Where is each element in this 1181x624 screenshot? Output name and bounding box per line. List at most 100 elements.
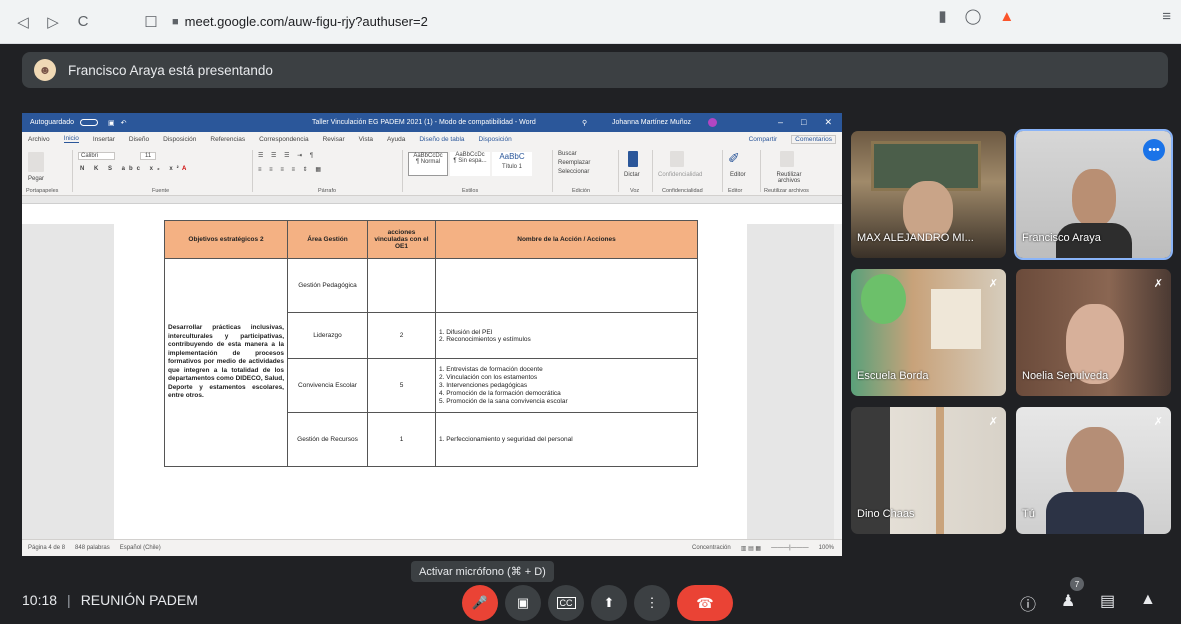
- area-cell: Gestión Pedagógica: [287, 258, 368, 313]
- participant-tile[interactable]: ✗ Tú: [1016, 407, 1171, 534]
- present-icon: ⬆: [603, 595, 615, 610]
- font-name-box[interactable]: Calibri: [78, 152, 116, 160]
- ribbon-tabs: Archivo Inicio Insertar Diseño Disposici…: [22, 132, 842, 146]
- participant-name: Noelia Sepulveda: [1022, 370, 1109, 382]
- format-buttons[interactable]: N K S abc x₂ x²: [80, 166, 183, 172]
- group-edit: Edición: [572, 188, 591, 194]
- forward-icon[interactable]: ▷: [38, 7, 68, 37]
- maximize-icon[interactable]: □: [801, 117, 806, 128]
- style-normal[interactable]: AaBbCcDc ¶ Normal: [408, 152, 448, 176]
- autosave-toggle[interactable]: [79, 119, 98, 126]
- present-button[interactable]: ⬆: [591, 585, 627, 621]
- participant-tile[interactable]: ✗ Noelia Sepulveda: [1016, 269, 1171, 396]
- reuse-files-icon[interactable]: [780, 151, 794, 167]
- tab-revisar[interactable]: Revisar: [323, 136, 345, 143]
- editor-icon[interactable]: ✐: [728, 150, 740, 167]
- font-size-box[interactable]: 11: [140, 152, 157, 160]
- people-icon[interactable]: ♟: [1061, 591, 1075, 611]
- bookmark-icon[interactable]: ☐: [136, 7, 166, 37]
- microphone-icon[interactable]: [628, 151, 638, 167]
- board: [931, 289, 981, 349]
- captions-button[interactable]: CC: [548, 585, 584, 621]
- hang-up-button[interactable]: ☎: [677, 585, 733, 621]
- paste-icon[interactable]: [28, 152, 44, 172]
- activities-icon[interactable]: ▲: [1140, 591, 1156, 609]
- tab-correspondencia[interactable]: Correspondencia: [259, 136, 309, 143]
- zoom-slider[interactable]: ———|———: [771, 545, 809, 552]
- group-clipboard: Portapapeles: [26, 188, 59, 194]
- account-avatar[interactable]: [708, 118, 717, 127]
- actions-cell: 1. Perfeccionamiento y seguridad del per…: [435, 412, 698, 467]
- address-bar[interactable]: ■ meet.google.com/auw-figu-rjy?authuser=…: [172, 14, 428, 29]
- close-icon[interactable]: ✕: [824, 117, 832, 128]
- header-count: acciones vinculadas con el OE1: [367, 220, 436, 259]
- more-options-button[interactable]: ⋮: [634, 585, 670, 621]
- style-heading1[interactable]: AaBbC Título 1: [492, 152, 532, 176]
- participant-tile-active[interactable]: ••• Francisco Araya: [1014, 129, 1173, 260]
- font-color-icon[interactable]: A: [182, 166, 186, 172]
- page-count[interactable]: Página 4 de 8: [28, 545, 65, 551]
- tab-disposicion[interactable]: Disposición: [163, 136, 196, 143]
- door-frame: [936, 407, 944, 534]
- language[interactable]: Español (Chile): [120, 545, 161, 551]
- brave-rewards-icon[interactable]: ▲: [999, 8, 1014, 25]
- participant-tile[interactable]: ✗ Dino Chaas: [851, 407, 1006, 534]
- vertical-scrollbar[interactable]: [834, 224, 842, 539]
- share-button[interactable]: Compartir: [749, 136, 778, 143]
- tab-vista[interactable]: Vista: [359, 136, 373, 143]
- undo-icon[interactable]: ↶: [121, 119, 127, 127]
- participant-tile[interactable]: MAX ALEJANDRO MI...: [851, 131, 1006, 258]
- save-icon[interactable]: ▣: [108, 119, 115, 127]
- editor-label[interactable]: Editor: [730, 172, 746, 178]
- info-icon[interactable]: ⓘ: [1020, 591, 1036, 615]
- reload-icon[interactable]: C: [68, 7, 98, 37]
- tab-ayuda[interactable]: Ayuda: [387, 136, 405, 143]
- paragraph-buttons[interactable]: ☰ ☰ ☰ ⇥ ¶: [258, 152, 316, 159]
- document-page[interactable]: Objetivos estratégicos 2 Área Gestión ac…: [114, 220, 747, 539]
- autosave-label[interactable]: Autoguardado: [30, 119, 74, 126]
- minimize-icon[interactable]: –: [778, 117, 783, 128]
- styles-gallery[interactable]: AaBbCcDc ¶ Normal AaBbCcDc ¶ Sin espa... A…: [408, 152, 532, 176]
- tab-insertar[interactable]: Insertar: [93, 136, 115, 143]
- muted-icon: ✗: [1153, 416, 1163, 428]
- group-paragraph: Párrafo: [318, 188, 337, 194]
- edit-group[interactable]: Buscar Reemplazar Seleccionar: [558, 150, 590, 177]
- chat-icon[interactable]: ▤: [1100, 591, 1115, 611]
- comments-button[interactable]: Comentarios: [791, 134, 836, 144]
- tab-inicio[interactable]: Inicio: [63, 135, 79, 143]
- account-name[interactable]: Johanna Martínez Muñoz: [612, 119, 691, 126]
- microphone-off-button[interactable]: 🎤: [462, 585, 498, 621]
- lock-icon: ■: [172, 15, 179, 28]
- focus-mode-button[interactable]: Concentración: [692, 545, 731, 552]
- zoom-level[interactable]: 100%: [819, 545, 834, 552]
- back-icon[interactable]: ◁: [8, 7, 38, 37]
- search-icon[interactable]: ⚲: [582, 119, 587, 127]
- tab-diseno[interactable]: Diseño: [129, 136, 149, 143]
- reuse-files-label[interactable]: Reutilizar archivos: [768, 172, 810, 184]
- camera-indicator-icon[interactable]: ▮: [938, 7, 946, 25]
- word-status-bar: Página 4 de 8 848 palabras Español (Chil…: [22, 539, 842, 556]
- style-no-spacing[interactable]: AaBbCcDc ¶ Sin espa...: [450, 152, 490, 176]
- sensitivity-icon[interactable]: [670, 151, 684, 167]
- camera-button[interactable]: ▣: [505, 585, 541, 621]
- view-buttons[interactable]: ▥ ▤ ▦: [741, 545, 761, 552]
- count-cell: 1: [367, 412, 436, 467]
- ruler[interactable]: [22, 196, 842, 204]
- align-buttons[interactable]: ≡ ≡ ≡ ≡ ⇕ ▦: [258, 166, 324, 173]
- word-count[interactable]: 848 palabras: [75, 545, 110, 551]
- meeting-separator: |: [67, 592, 71, 608]
- people-count-badge: 7: [1070, 577, 1084, 591]
- browser-menu-icon[interactable]: ≡: [1162, 8, 1171, 25]
- brave-shield-icon[interactable]: ◯: [965, 7, 982, 25]
- header-objectives: Objetivos estratégicos 2: [164, 220, 288, 259]
- tab-disposicion-tabla[interactable]: Disposición: [479, 136, 512, 143]
- paste-label[interactable]: Pegar: [28, 176, 44, 182]
- dictate-label[interactable]: Dictar: [624, 172, 640, 178]
- group-reuse: Reutilizar archivos: [764, 188, 809, 194]
- tab-diseno-tabla[interactable]: Diseño de tabla: [419, 136, 464, 143]
- tab-referencias[interactable]: Referencias: [210, 136, 245, 143]
- tab-archivo[interactable]: Archivo: [28, 136, 50, 143]
- participant-tile[interactable]: ✗ Escuela Borda: [851, 269, 1006, 396]
- sensitivity-label[interactable]: Confidencialidad: [658, 172, 702, 178]
- more-options-icon[interactable]: •••: [1143, 139, 1165, 161]
